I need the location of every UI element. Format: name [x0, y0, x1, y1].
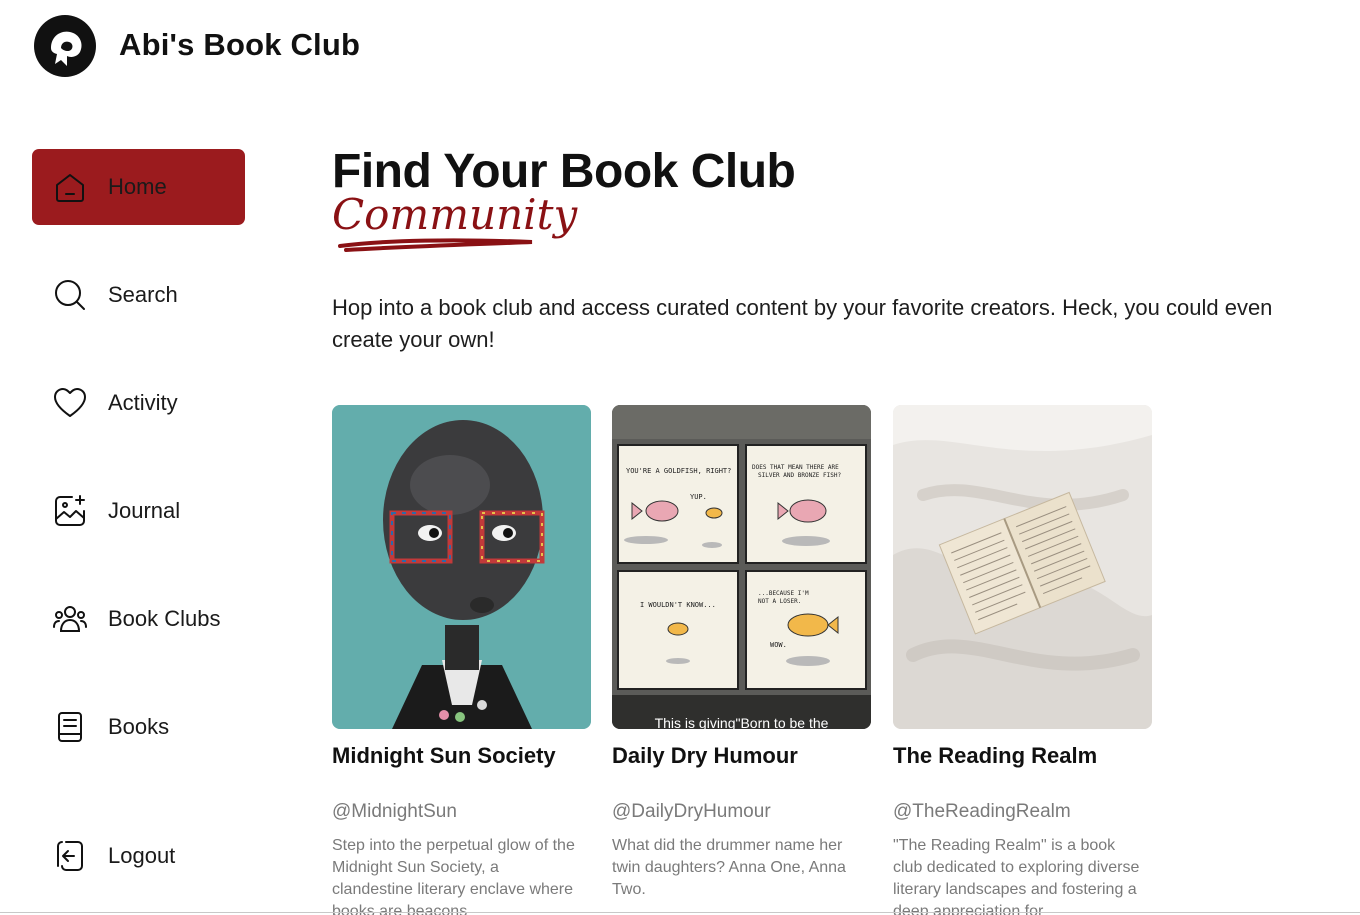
sidebar-item-label: Journal: [108, 498, 181, 523]
search-icon: [52, 277, 88, 313]
comic-text: I WOULDN'T KNOW...: [640, 601, 716, 609]
club-description: What did the drummer name her twin daugh…: [612, 837, 846, 898]
sidebar-item-book-clubs[interactable]: Book Clubs: [32, 581, 245, 657]
app-title: Abi's Book Club: [119, 27, 361, 62]
club-cover-image[interactable]: [332, 405, 591, 729]
sidebar-item-logout[interactable]: Logout: [32, 818, 245, 894]
comic-text: YUP.: [690, 493, 707, 501]
svg-text:...BECAUSE I'M: ...BECAUSE I'M: [758, 590, 809, 597]
svg-text:DOES THAT MEAN THERE ARE: DOES THAT MEAN THERE ARE: [752, 464, 839, 471]
people-icon: [52, 601, 88, 637]
sidebar-item-label: Search: [108, 282, 178, 307]
sidebar-item-label: Books: [108, 714, 170, 739]
svg-text:NOT A LOSER.: NOT A LOSER.: [758, 598, 801, 605]
comic-text: YOU'RE A GOLDFISH, RIGHT?: [626, 467, 731, 475]
sidebar-item-journal[interactable]: Journal: [32, 473, 245, 549]
cover-caption: This is giving"Born to be the: [654, 715, 829, 729]
sidebar-item-books[interactable]: Books: [32, 689, 245, 765]
book-club-logo[interactable]: [33, 14, 97, 78]
brush-underline: [338, 238, 533, 252]
sidebar-item-label: Logout: [108, 843, 176, 868]
club-title[interactable]: The Reading Realm: [893, 743, 1097, 769]
svg-text:SILVER AND BRONZE FISH?: SILVER AND BRONZE FISH?: [758, 472, 841, 479]
club-cover-image[interactable]: [893, 405, 1152, 729]
intro-text: Hop into a book club and access curated …: [332, 295, 1273, 352]
club-description: Step into the perpetual glow of the Midn…: [332, 837, 575, 915]
club-title[interactable]: Daily Dry Humour: [612, 743, 798, 769]
logout-icon: [52, 838, 88, 874]
app-header: Abi's Book Club: [0, 0, 1360, 95]
club-description: "The Reading Realm" is a book club dedic…: [893, 837, 1140, 915]
sidebar-item-home[interactable]: Home: [32, 149, 245, 225]
page-bottom-divider: [0, 912, 1360, 913]
club-title[interactable]: Midnight Sun Society: [332, 743, 556, 769]
heart-icon: [52, 385, 88, 421]
sidebar-item-label: Book Clubs: [108, 606, 221, 631]
sidebar-item-activity[interactable]: Activity: [32, 365, 245, 441]
sidebar-item-search[interactable]: Search: [32, 257, 245, 333]
sidebar-item-label: Home: [108, 174, 167, 199]
club-handle[interactable]: @DailyDryHumour: [612, 801, 771, 823]
club-handle[interactable]: @TheReadingRealm: [893, 801, 1071, 823]
book-icon: [52, 709, 88, 745]
page-subtitle-script: Community: [332, 190, 578, 239]
home-icon: [52, 169, 88, 205]
club-cover-image[interactable]: YOU'RE A GOLDFISH, RIGHT? YUP. DOES THAT…: [612, 405, 871, 729]
journal-icon: [52, 493, 88, 529]
sidebar-item-label: Activity: [108, 390, 178, 415]
club-handle[interactable]: @MidnightSun: [332, 801, 457, 823]
comic-text: WOW.: [770, 641, 787, 649]
